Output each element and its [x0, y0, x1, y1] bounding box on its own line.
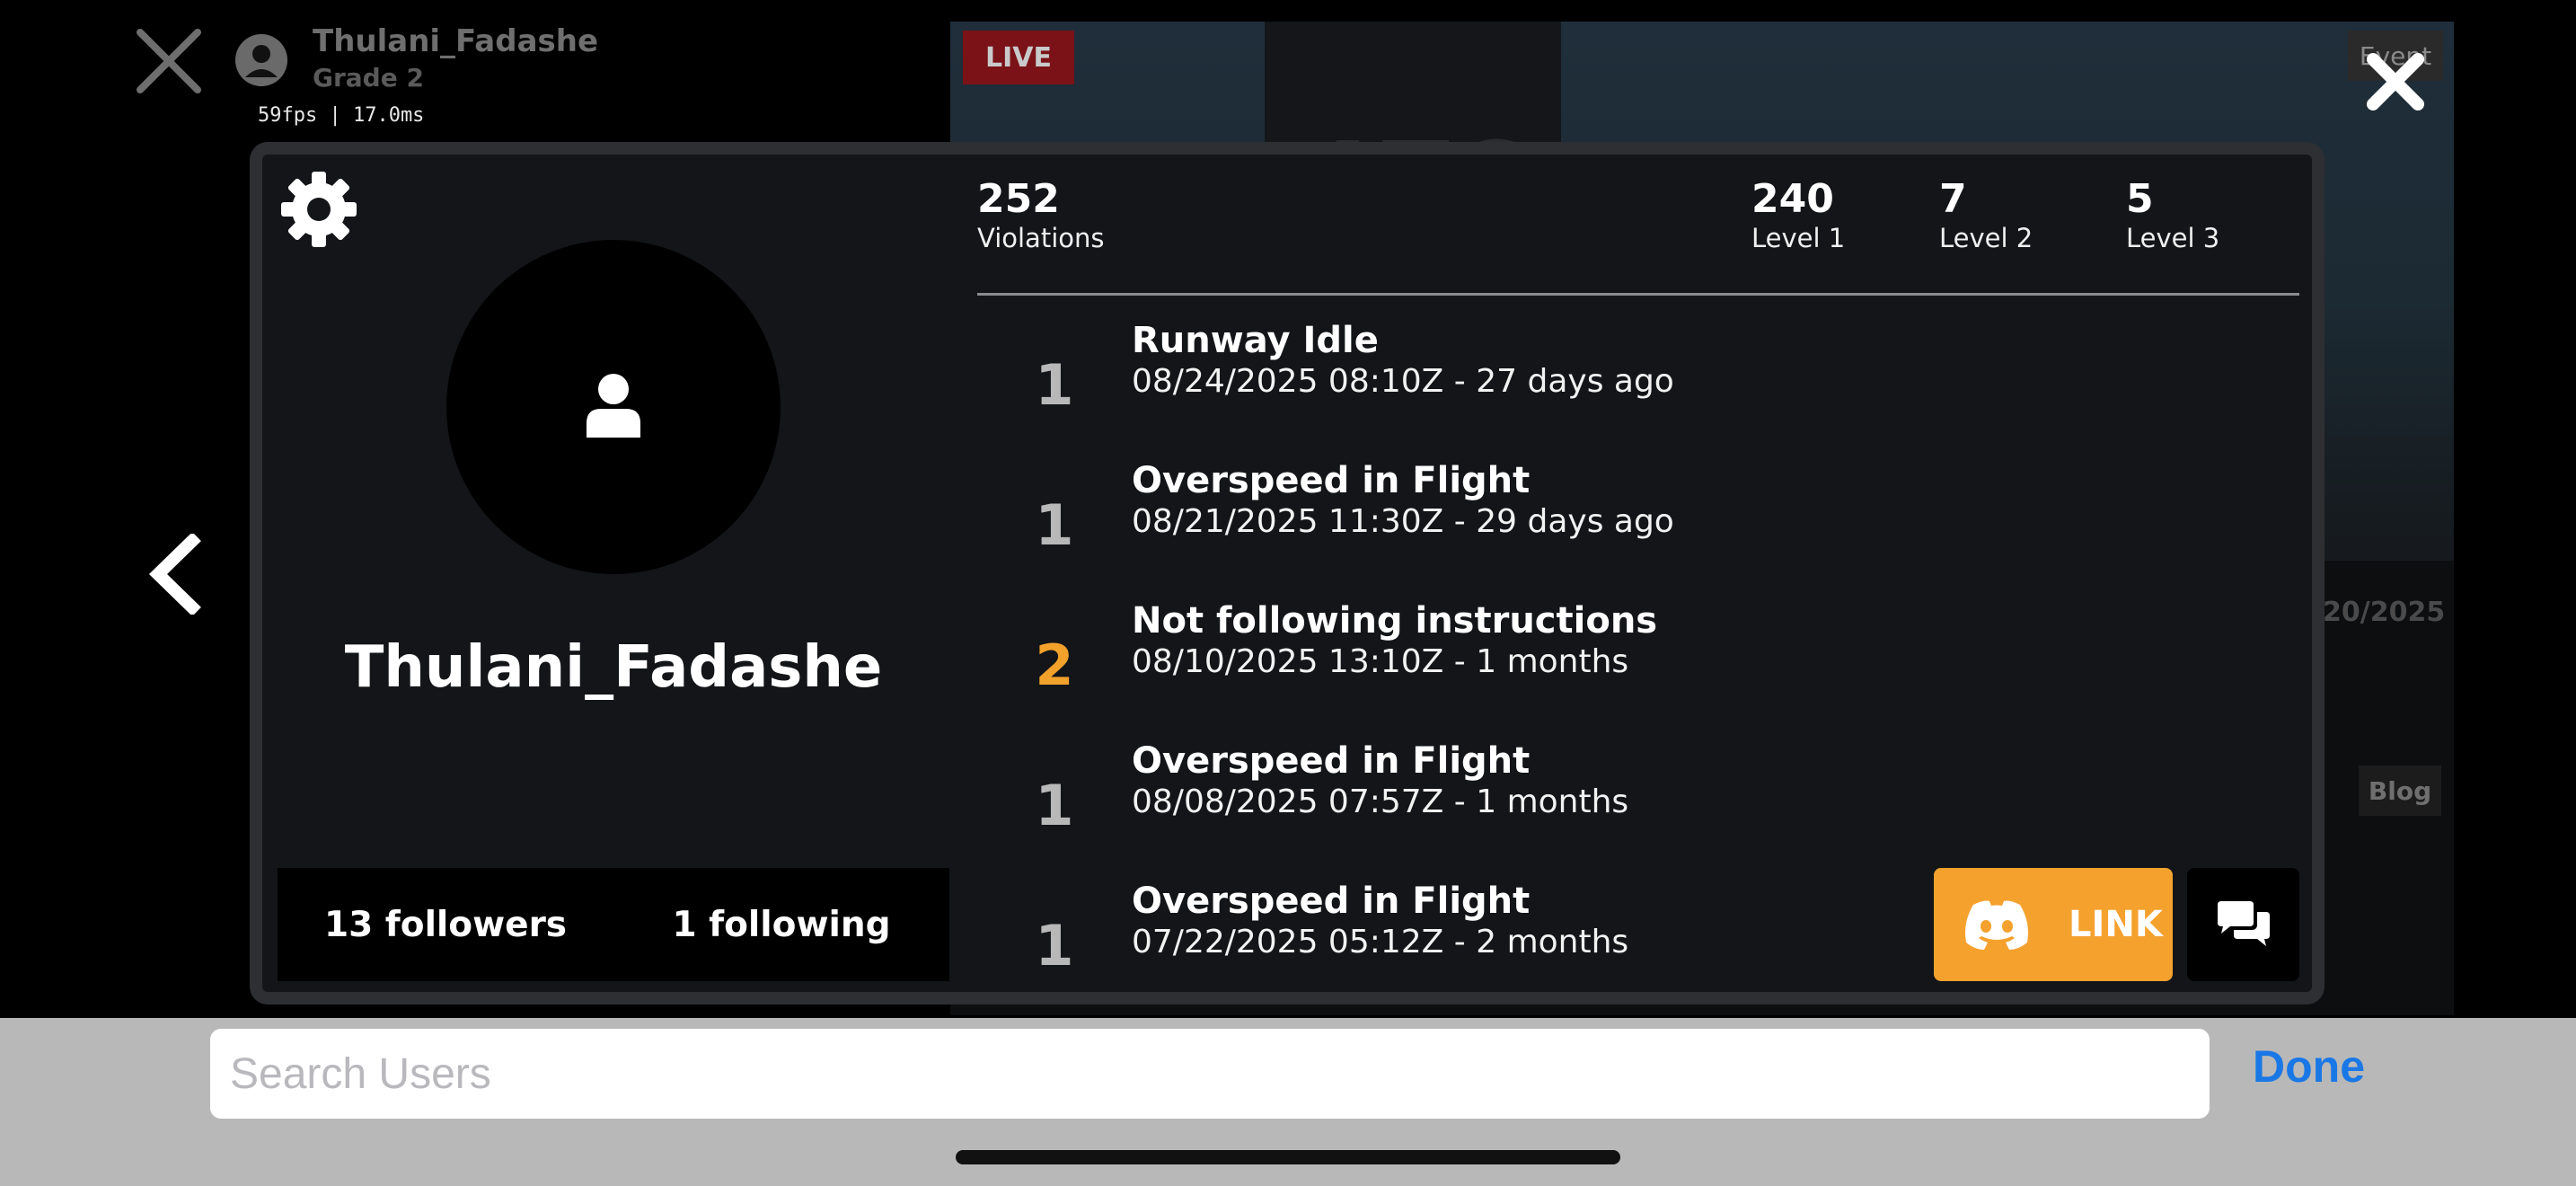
- done-button[interactable]: Done: [2253, 1040, 2365, 1093]
- violation-row[interactable]: 1 Overspeed in Flight 08/21/2025 11:30Z …: [977, 460, 2299, 595]
- violation-time: 07/22/2025 05:12Z - 2 months: [1132, 924, 1629, 960]
- stat-level2: 7 Level 2: [1939, 176, 2033, 253]
- stat-level3: 5 Level 3: [2126, 176, 2219, 253]
- profile-name: Thulani_Fadashe: [344, 634, 883, 701]
- violation-row[interactable]: 1 Runway Idle 08/24/2025 08:10Z - 27 day…: [977, 320, 2299, 455]
- live-badge: LIVE: [963, 31, 1074, 84]
- blog-badge: Blog: [2359, 766, 2441, 816]
- stat-violations-value: 252: [977, 176, 1060, 222]
- violation-title: Runway Idle: [1132, 320, 1379, 361]
- stat-level3-value: 5: [2126, 176, 2154, 222]
- stats-divider: [977, 293, 2299, 296]
- stat-level2-label: Level 2: [1939, 223, 2033, 253]
- violation-time: 08/10/2025 13:10Z - 1 months: [1132, 643, 1629, 680]
- stat-level1-value: 240: [1751, 176, 1834, 222]
- close-icon[interactable]: [135, 27, 203, 95]
- gear-icon[interactable]: [280, 171, 357, 248]
- discord-icon: [1965, 900, 2028, 950]
- back-chevron-icon[interactable]: [144, 534, 207, 615]
- violation-level: 1: [1035, 492, 1074, 558]
- violation-level: 1: [1035, 352, 1074, 418]
- chat-bubbles-icon: [2217, 901, 2270, 946]
- user-avatar-icon: [235, 34, 287, 86]
- following-count[interactable]: 1 following: [613, 905, 949, 945]
- stat-level2-value: 7: [1939, 176, 1967, 222]
- violation-level: 1: [1035, 913, 1074, 978]
- fps-readout: 59fps | 17.0ms: [258, 104, 425, 127]
- violation-title: Not following instructions: [1132, 600, 1658, 642]
- violation-row[interactable]: 2 Not following instructions 08/10/2025 …: [977, 600, 2299, 735]
- header-username: Thulani_Fadashe: [313, 23, 599, 59]
- discord-link-button[interactable]: LINK: [1934, 868, 2173, 981]
- home-indicator: [956, 1150, 1620, 1164]
- discord-link-label: LINK: [2069, 904, 2163, 945]
- violation-time: 08/21/2025 11:30Z - 29 days ago: [1132, 503, 1674, 540]
- violation-time: 08/08/2025 07:57Z - 1 months: [1132, 783, 1629, 820]
- violation-title: Overspeed in Flight: [1132, 460, 1531, 501]
- violation-level: 1: [1035, 773, 1074, 838]
- header-grade: Grade 2: [313, 63, 424, 93]
- stat-violations: 252 Violations: [977, 176, 1105, 253]
- violation-time: 08/24/2025 08:10Z - 27 days ago: [1132, 363, 1674, 400]
- chat-button[interactable]: [2187, 868, 2299, 981]
- violation-level: 2: [1035, 633, 1074, 698]
- search-users-input[interactable]: [210, 1029, 2210, 1119]
- stat-violations-label: Violations: [977, 223, 1105, 253]
- followers-count[interactable]: 13 followers: [278, 905, 613, 945]
- stat-level3-label: Level 3: [2126, 223, 2220, 253]
- close-icon[interactable]: [2364, 50, 2427, 113]
- violation-row[interactable]: 1 Overspeed in Flight 08/08/2025 07:57Z …: [977, 740, 2299, 875]
- violation-title: Overspeed in Flight: [1132, 740, 1531, 782]
- stat-level1-label: Level 1: [1751, 223, 1846, 253]
- background-date-text: 20/2025: [2323, 597, 2446, 628]
- follow-stats-bar: 13 followers 1 following: [278, 868, 949, 981]
- user-icon: [587, 374, 640, 438]
- stat-level1: 240 Level 1: [1751, 176, 1845, 253]
- violation-title: Overspeed in Flight: [1132, 881, 1531, 922]
- profile-avatar: [446, 240, 781, 574]
